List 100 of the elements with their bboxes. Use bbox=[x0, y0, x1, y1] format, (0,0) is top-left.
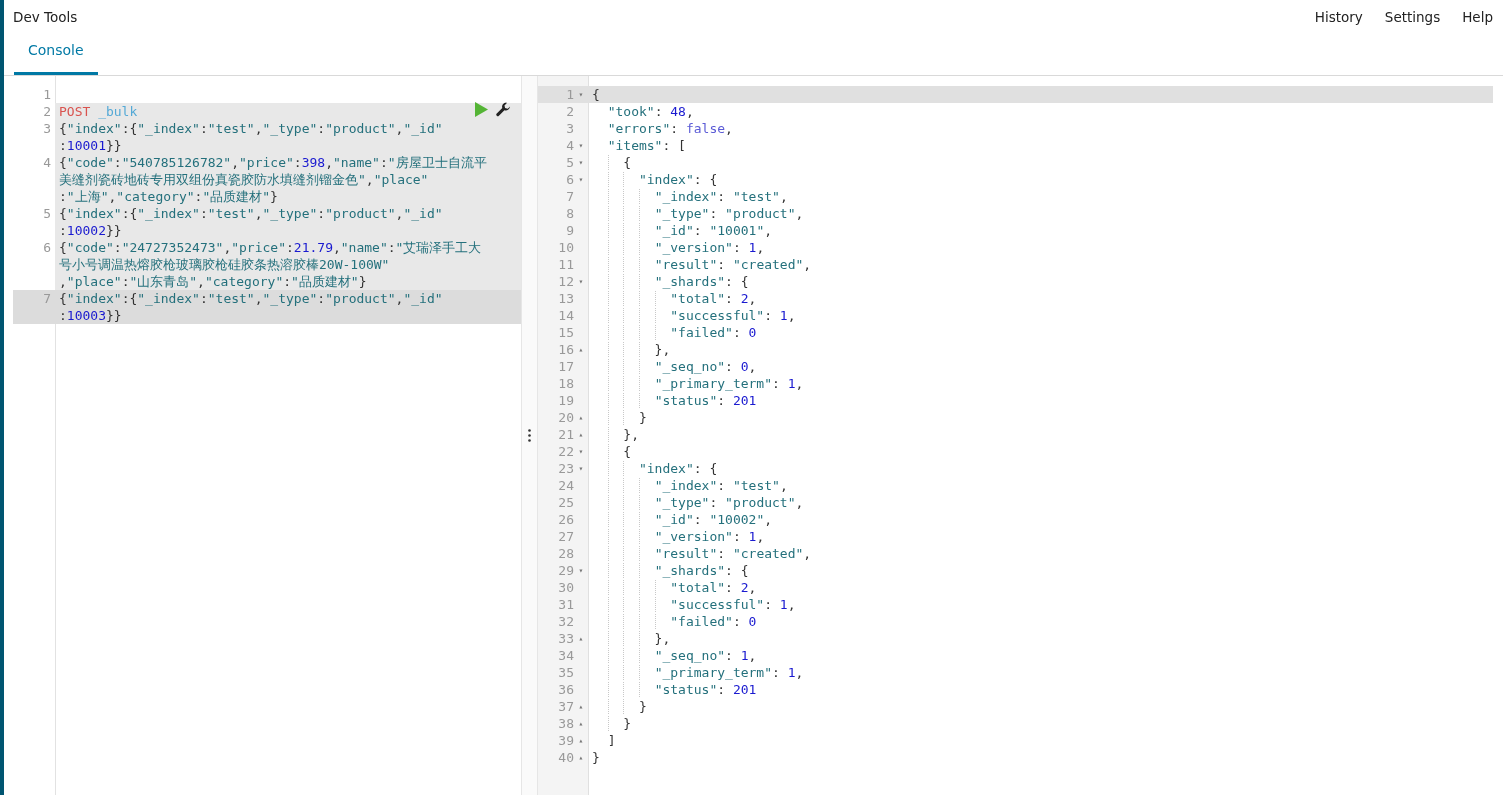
line-number: 4 bbox=[565, 137, 574, 154]
line-number: 30 bbox=[557, 579, 574, 596]
code-line: ] bbox=[606, 733, 616, 748]
fold-toggle[interactable]: ▾ bbox=[578, 86, 584, 103]
code-line: } bbox=[592, 750, 600, 765]
line-number: 7 bbox=[43, 291, 51, 306]
line-number: 12 bbox=[557, 273, 574, 290]
code-line: "took": 48, bbox=[606, 104, 694, 119]
fold-toggle[interactable]: ▾ bbox=[578, 171, 584, 188]
fold-toggle[interactable]: ▾ bbox=[578, 443, 584, 460]
line-number: 11 bbox=[557, 256, 574, 273]
line-number: 29 bbox=[557, 562, 574, 579]
fold-toggle[interactable]: ▴ bbox=[578, 630, 584, 647]
code-line: "_primary_term": 1, bbox=[592, 376, 804, 391]
code-line: "_index": "test", bbox=[592, 478, 788, 493]
line-number: 28 bbox=[557, 545, 574, 562]
fold-toggle[interactable]: ▴ bbox=[578, 409, 584, 426]
nav-link[interactable]: Settings bbox=[1384, 9, 1441, 25]
line-number: 6 bbox=[565, 171, 574, 188]
code-line: {"index":{"_index":"test","_type":"product","_id" bbox=[59, 205, 443, 222]
nav-link[interactable]: Help bbox=[1462, 9, 1493, 25]
code-line: :10001}} bbox=[59, 137, 122, 154]
fold-toggle[interactable]: ▾ bbox=[578, 137, 584, 154]
code-line: "result": "created", bbox=[592, 257, 812, 272]
play-icon[interactable] bbox=[475, 102, 488, 117]
code-line: "errors": false, bbox=[606, 121, 733, 136]
code-line: { bbox=[592, 444, 632, 459]
code-line: "total": 2, bbox=[592, 291, 757, 306]
code-line: "_version": 1, bbox=[592, 529, 765, 544]
line-number: 18 bbox=[557, 375, 574, 392]
line-number: 6 bbox=[43, 240, 51, 255]
line-number: 1 bbox=[43, 87, 51, 102]
line-number: 34 bbox=[557, 647, 574, 664]
code-line: }, bbox=[592, 342, 671, 357]
fold-toggle[interactable]: ▴ bbox=[578, 715, 584, 732]
line-number: 21 bbox=[557, 426, 574, 443]
fold-toggle[interactable]: ▾ bbox=[578, 562, 584, 579]
code-line: "_shards": { bbox=[592, 563, 749, 578]
nav-link[interactable]: History bbox=[1314, 9, 1363, 25]
code-line: } bbox=[592, 410, 647, 425]
code-line: "status": 201 bbox=[592, 682, 757, 697]
code-line: } bbox=[592, 716, 632, 731]
line-number: 32 bbox=[557, 613, 574, 630]
tab[interactable]: Console bbox=[14, 28, 98, 75]
code-line: "items": [ bbox=[606, 138, 686, 153]
code-line: "result": "created", bbox=[592, 546, 812, 561]
line-number: 26 bbox=[557, 511, 574, 528]
code-line: {"index":{"_index":"test","_type":"product","_id" bbox=[59, 120, 443, 137]
code-line: "successful": 1, bbox=[592, 308, 796, 323]
line-number: 14 bbox=[557, 307, 574, 324]
fold-toggle[interactable]: ▴ bbox=[578, 341, 584, 358]
code-line: "failed": 0 bbox=[592, 614, 757, 629]
resize-handle-icon[interactable] bbox=[528, 429, 531, 442]
fold-toggle[interactable]: ▴ bbox=[578, 732, 584, 749]
line-number: 15 bbox=[557, 324, 574, 341]
code-line: {"code":"540785126782","price":398,"name":"房屋卫士自流平 bbox=[59, 154, 487, 171]
code-line: 美缝剂瓷砖地砖专用双组份真瓷胶防水填缝剂镏金色","place" bbox=[59, 171, 429, 188]
line-number: 10 bbox=[557, 239, 574, 256]
wrench-icon[interactable] bbox=[496, 102, 511, 117]
code-line: "_index": "test", bbox=[592, 189, 788, 204]
line-number: 40 bbox=[557, 749, 574, 766]
code-line: "_type": "product", bbox=[592, 206, 804, 221]
code-line: "_id": "10002", bbox=[592, 512, 773, 527]
line-number: 7 bbox=[565, 188, 574, 205]
line-number: 3 bbox=[43, 121, 51, 136]
line-number: 5 bbox=[43, 206, 51, 221]
app-title: Dev Tools bbox=[13, 9, 78, 25]
code-line: ,"place":"山东青岛","category":"品质建材"} bbox=[59, 273, 367, 290]
code-line: "_version": 1, bbox=[592, 240, 765, 255]
code-line: 号小号调温热熔胶枪玻璃胶枪硅胶条热溶胶棒20W-100W" bbox=[59, 256, 390, 273]
code-line: "successful": 1, bbox=[592, 597, 796, 612]
line-number: 33 bbox=[557, 630, 574, 647]
fold-toggle[interactable]: ▴ bbox=[578, 698, 584, 715]
code-line: "total": 2, bbox=[592, 580, 757, 595]
line-number: 25 bbox=[557, 494, 574, 511]
fold-toggle[interactable]: ▾ bbox=[578, 460, 584, 477]
code-line: "_id": "10001", bbox=[592, 223, 773, 238]
line-number: 22 bbox=[557, 443, 574, 460]
fold-toggle[interactable]: ▾ bbox=[578, 273, 584, 290]
code-line: "_primary_term": 1, bbox=[592, 665, 804, 680]
line-number: 20 bbox=[557, 409, 574, 426]
line-number: 31 bbox=[557, 596, 574, 613]
code-line: "_shards": { bbox=[592, 274, 749, 289]
line-number: 23 bbox=[557, 460, 574, 477]
code-line: "_type": "product", bbox=[592, 495, 804, 510]
fold-toggle[interactable]: ▴ bbox=[578, 426, 584, 443]
code-line: {"code":"24727352473","price":21.79,"name":"艾瑞泽手工大 bbox=[59, 239, 482, 256]
code-line: :10002}} bbox=[59, 222, 122, 239]
line-number: 16 bbox=[557, 341, 574, 358]
line-number: 39 bbox=[557, 732, 574, 749]
line-number: 13 bbox=[557, 290, 574, 307]
fold-toggle[interactable]: ▾ bbox=[578, 154, 584, 171]
line-number: 9 bbox=[565, 222, 574, 239]
code-line: {"index":{"_index":"test","_type":"product","_id" bbox=[59, 290, 443, 307]
line-number: 19 bbox=[557, 392, 574, 409]
line-number: 36 bbox=[557, 681, 574, 698]
fold-toggle[interactable]: ▴ bbox=[578, 749, 584, 766]
line-number: 3 bbox=[565, 120, 574, 137]
code-line: } bbox=[592, 699, 647, 714]
code-line: POST _bulk bbox=[59, 103, 138, 120]
